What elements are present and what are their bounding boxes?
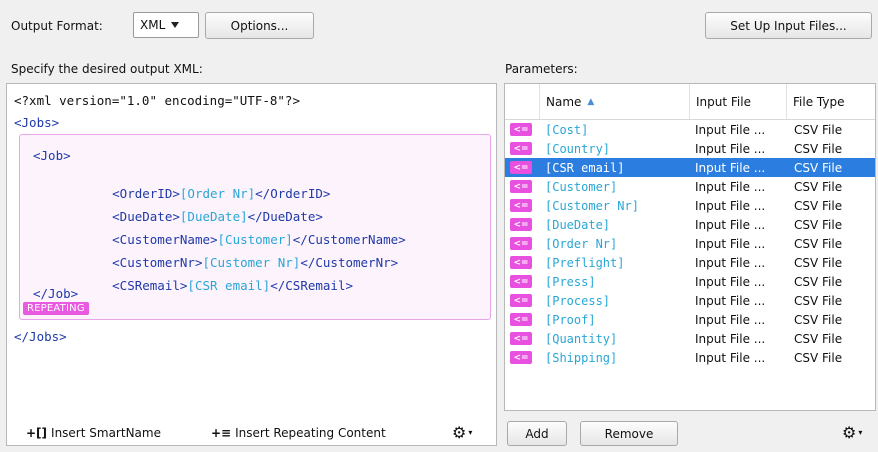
table-header: Name ▲ Input File File Type [505,84,875,120]
gear-icon: ⚙ [842,423,857,442]
xml-editor[interactable]: <?xml version="1.0" encoding="UTF-8"?> <… [6,83,497,446]
insert-param-icon[interactable]: <= [510,313,532,326]
insert-repeating-label: Insert Repeating Content [235,426,386,440]
chevron-down-icon: ▾ [858,428,863,437]
table-row[interactable]: <= [Proof] Input File ... CSV File [505,310,875,329]
jobs-open-tag: <Jobs> [14,115,60,130]
add-button[interactable]: Add [507,421,567,446]
table-row[interactable]: <= [Customer] Input File ... CSV File [505,177,875,196]
sort-ascending-icon: ▲ [587,96,595,107]
remove-button[interactable]: Remove [580,421,678,446]
repeating-badge: REPEATING [23,302,89,315]
output-format-select[interactable]: XML [133,12,199,38]
parameters-title: Parameters: [505,62,578,76]
gear-icon: ⚙ [452,423,467,442]
column-name[interactable]: Name ▲ [539,84,689,119]
insert-param-icon[interactable]: <= [510,218,532,231]
output-format-value: XML [140,18,166,32]
insert-param-icon[interactable]: <= [510,123,532,136]
table-row-selected[interactable]: <= [CSR email] Input File ... CSV File [505,158,875,177]
chevron-down-icon [171,22,180,28]
repeating-block[interactable]: <Job> <OrderID>[Order Nr]</OrderID> <Due… [19,134,491,320]
table-row[interactable]: <= [Press] Input File ... CSV File [505,272,875,291]
insert-param-icon[interactable]: <= [510,161,532,174]
parameters-table[interactable]: Name ▲ Input File File Type <= [Cost] Inpu… [504,83,876,411]
left-gear-menu[interactable]: ⚙ ▾ [452,423,472,442]
table-row[interactable]: <= [Shipping] Input File ... CSV File [505,348,875,367]
insert-smartname-icon: +[] [26,426,48,440]
insert-param-icon[interactable]: <= [510,275,532,288]
insert-param-icon[interactable]: <= [510,294,532,307]
insert-param-icon[interactable]: <= [510,180,532,193]
xml-line-csremail: <CSRemail>[CSR email]</CSRemail> [112,278,354,293]
table-row[interactable]: <= [Preflight] Input File ... CSV File [505,253,875,272]
insert-param-icon[interactable]: <= [510,199,532,212]
insert-smartname-label: Insert SmartName [51,426,161,440]
output-format-label: Output Format: [11,19,103,33]
insert-param-icon[interactable]: <= [510,142,532,155]
table-row[interactable]: <= [Customer Nr] Input File ... CSV File [505,196,875,215]
table-row[interactable]: <= [Cost] Input File ... CSV File [505,120,875,139]
table-row[interactable]: <= [Country] Input File ... CSV File [505,139,875,158]
insert-repeating-icon: +≡ [211,426,232,440]
insert-param-icon[interactable]: <= [510,237,532,250]
table-row[interactable]: <= [Order Nr] Input File ... CSV File [505,234,875,253]
insert-param-icon[interactable]: <= [510,256,532,269]
table-row[interactable]: <= [Process] Input File ... CSV File [505,291,875,310]
table-row[interactable]: <= [Quantity] Input File ... CSV File [505,329,875,348]
insert-smartname-button[interactable]: +[] Insert SmartName [26,426,161,440]
table-row[interactable]: <= [DueDate] Input File ... CSV File [505,215,875,234]
options-button[interactable]: Options... [205,12,314,39]
chevron-down-icon: ▾ [468,428,473,437]
insert-repeating-button[interactable]: +≡ Insert Repeating Content [211,426,386,440]
insert-param-icon[interactable]: <= [510,351,532,364]
xml-editor-title: Specify the desired output XML: [11,62,203,76]
job-close-tag: </Job> [33,286,79,301]
column-file-type[interactable]: File Type [786,84,877,119]
insert-param-icon[interactable]: <= [510,332,532,345]
table-body: <= [Cost] Input File ... CSV File <= [Countr… [505,120,875,410]
jobs-close-tag: </Jobs> [14,329,67,344]
setup-input-files-button[interactable]: Set Up Input Files... [705,12,872,39]
job-open-tag: <Job> [33,148,71,163]
column-input-file[interactable]: Input File [689,84,786,119]
right-gear-menu[interactable]: ⚙ ▾ [842,423,862,442]
xml-declaration: <?xml version="1.0" encoding="UTF-8"?> [14,93,300,108]
